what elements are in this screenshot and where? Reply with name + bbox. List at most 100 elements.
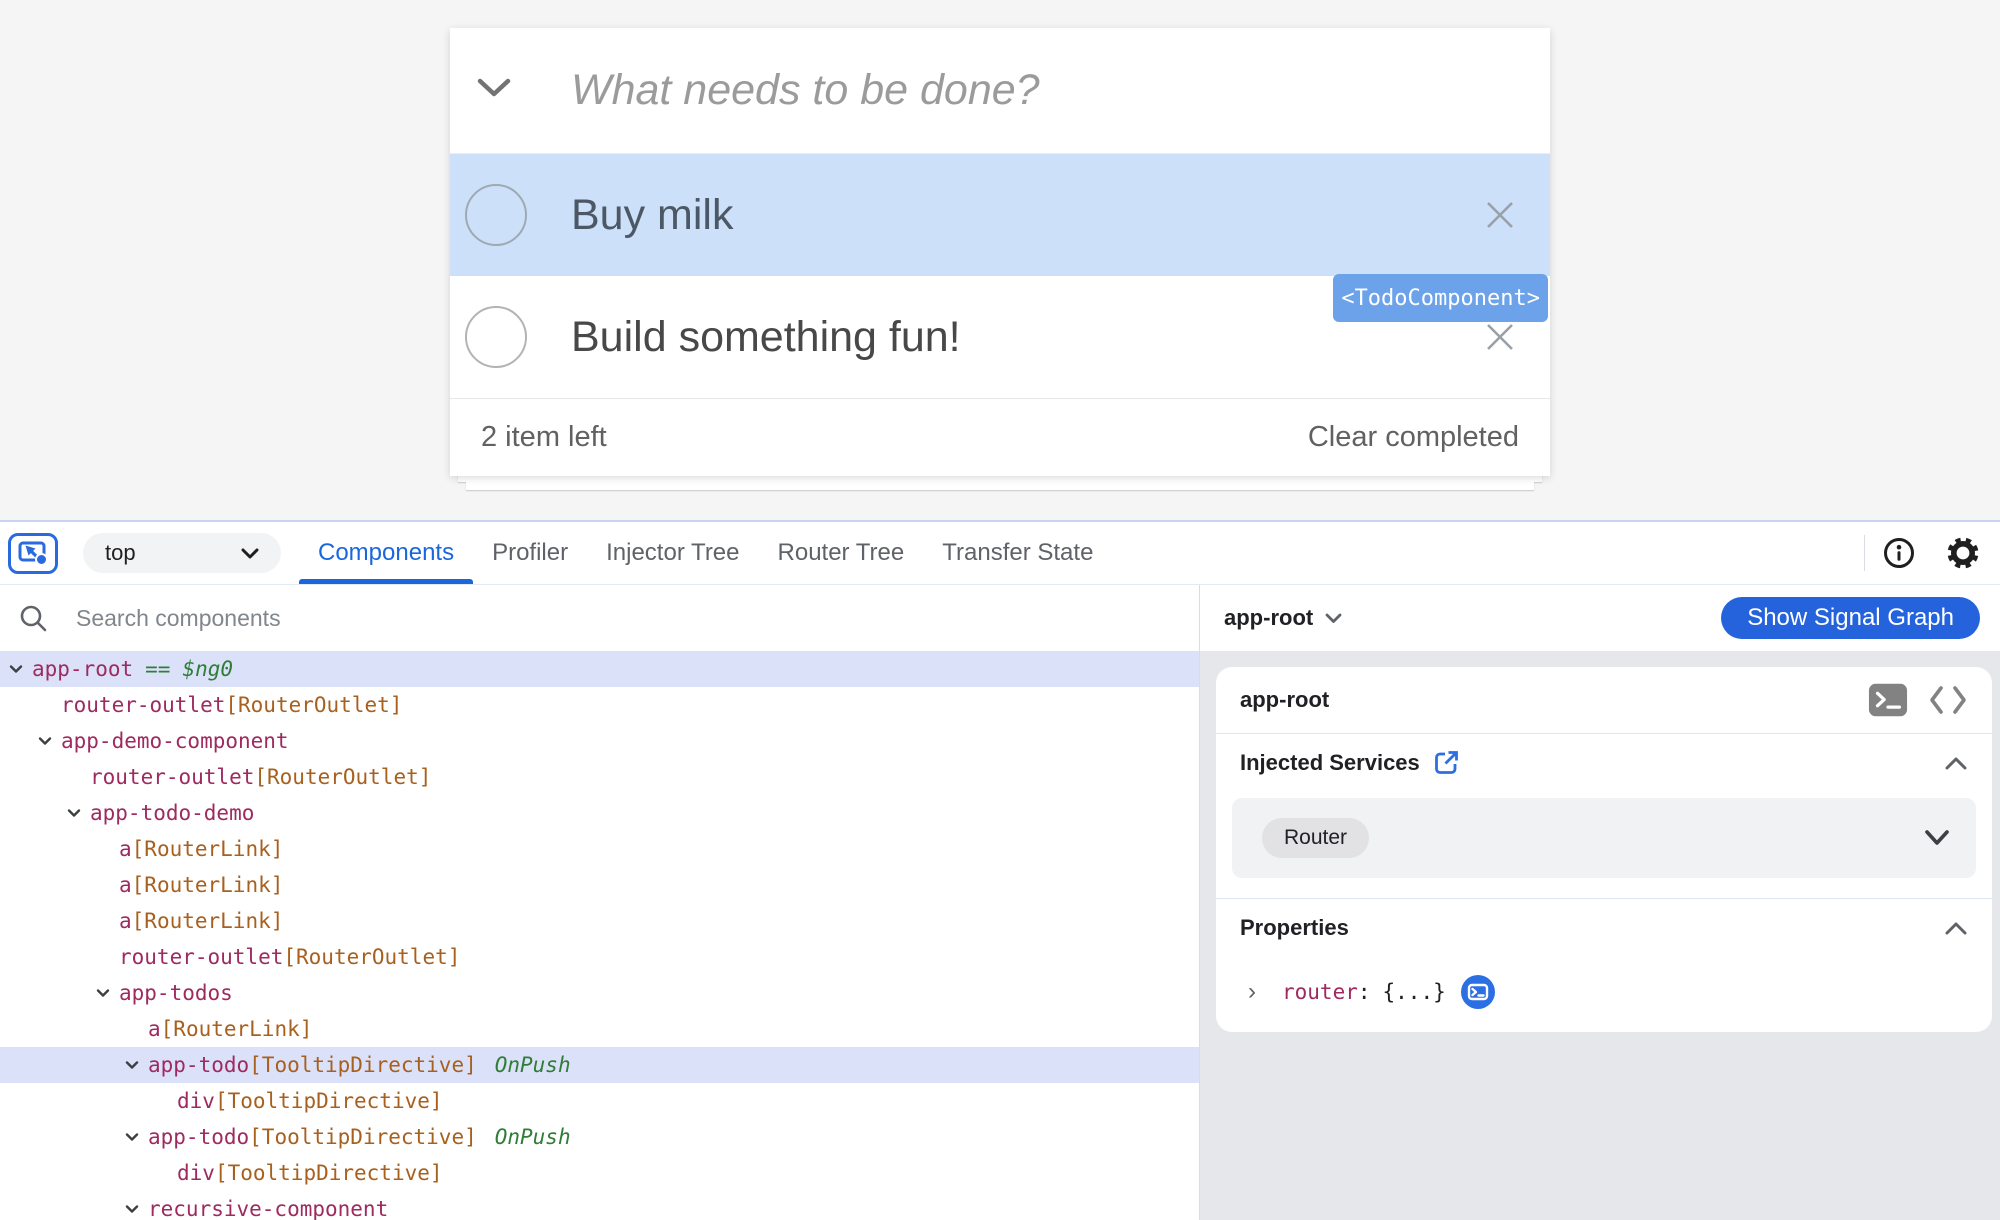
tree-node-router-outlet[interactable]: router-outlet[RouterOutlet] (0, 759, 1199, 795)
open-in-console-button[interactable] (1868, 680, 1908, 720)
chevron-down-icon[interactable] (96, 989, 110, 998)
devtools-panels: Search components app-root==$ng0router-o… (0, 585, 2000, 1220)
tree-node-router-outlet[interactable]: router-outlet[RouterOutlet] (0, 939, 1199, 975)
directive-name: [TooltipDirective] (249, 1053, 477, 1077)
element-tag: recursive-component (148, 1197, 388, 1220)
frame-selector-dropdown[interactable]: top (83, 533, 281, 573)
tree-node-a[interactable]: a[RouterLink] (0, 1011, 1199, 1047)
tab-router-tree[interactable]: Router Tree (759, 522, 924, 584)
directive-name: [RouterOutlet] (254, 765, 431, 789)
directive-name: [RouterLink] (132, 909, 284, 933)
tree-node-recursive-component[interactable]: recursive-component (0, 1191, 1199, 1220)
screen: What needs to be done? Buy milk Build so… (0, 0, 2000, 1220)
tab-label: Transfer State (942, 539, 1093, 567)
property-name: router (1282, 980, 1358, 1004)
show-signal-graph-button[interactable]: Show Signal Graph (1721, 597, 1980, 639)
tab-components[interactable]: Components (299, 522, 473, 584)
inspector-card-title: app-root (1240, 687, 1329, 713)
tree-node-a[interactable]: a[RouterLink] (0, 831, 1199, 867)
inspector-card: app-root (1216, 667, 1992, 1032)
property-row-router: › router : {...} (1216, 957, 1992, 1019)
tab-profiler[interactable]: Profiler (473, 522, 587, 584)
chevron-down-icon[interactable] (125, 1133, 139, 1142)
property-colon: : (1358, 980, 1371, 1004)
tree-node-a[interactable]: a[RouterLink] (0, 867, 1199, 903)
tree-node-app-demo-component[interactable]: app-demo-component (0, 723, 1199, 759)
tree-node-div[interactable]: div[TooltipDirective] (0, 1083, 1199, 1119)
info-icon (1882, 536, 1916, 570)
directive-name: [TooltipDirective] (249, 1125, 477, 1149)
inspector-panel: app-root Show Signal Graph app-root (1200, 585, 2000, 1220)
tab-injector-tree[interactable]: Injector Tree (587, 522, 758, 584)
search-input[interactable]: Search components (76, 605, 281, 632)
selected-component-name: app-root (1224, 605, 1313, 631)
tree-node-div[interactable]: div[TooltipDirective] (0, 1155, 1199, 1191)
todo-app-background: What needs to be done? Buy milk Build so… (0, 0, 2000, 520)
tree-node-app-root[interactable]: app-root==$ng0 (0, 651, 1199, 687)
element-tag: a (119, 909, 132, 933)
info-button[interactable] (1879, 533, 1919, 573)
devtools-tabs: Components Profiler Injector Tree Router Tr… (299, 522, 1112, 584)
tab-label: Components (318, 539, 454, 567)
todo-toggle-circle-icon[interactable] (465, 306, 527, 368)
tab-label: Injector Tree (606, 539, 739, 567)
inspect-icon (17, 539, 49, 567)
log-property-to-console-button[interactable] (1460, 974, 1496, 1010)
directive-name: [RouterLink] (132, 873, 284, 897)
chevron-down-icon[interactable] (125, 1061, 139, 1070)
settings-button[interactable] (1943, 533, 1983, 573)
element-tag: div (177, 1161, 215, 1185)
search-icon (18, 603, 48, 633)
tree-node-router-outlet[interactable]: router-outlet[RouterOutlet] (0, 687, 1199, 723)
items-left-count: 2 item left (481, 421, 607, 454)
open-injector-tree-link[interactable] (1432, 749, 1460, 777)
directive-name: [RouterOutlet] (283, 945, 460, 969)
tab-transfer-state[interactable]: Transfer State (923, 522, 1112, 584)
directive-name: [RouterOutlet] (225, 693, 402, 717)
chevron-down-icon[interactable] (38, 737, 52, 746)
tree-node-app-todo-demo[interactable]: app-todo-demo (0, 795, 1199, 831)
angular-devtools-panel: top Components Profiler Injector Tree Route… (0, 520, 2000, 1220)
clear-completed-button[interactable]: Clear completed (1308, 421, 1519, 454)
collapse-section-button[interactable] (1944, 920, 1968, 936)
component-search-row: Search components (0, 585, 1199, 651)
todo-item-buy-milk[interactable]: Buy milk (450, 154, 1550, 276)
injected-services-box: Router (1232, 798, 1976, 878)
service-chip-router[interactable]: Router (1262, 818, 1369, 858)
collapse-section-button[interactable] (1944, 755, 1968, 771)
todo-card-stack-layer (466, 482, 1534, 490)
console-icon (1868, 682, 1908, 718)
new-todo-input[interactable]: What needs to be done? (571, 66, 1040, 115)
view-source-button[interactable] (1928, 680, 1968, 720)
console-ref-name: $ng0 (182, 657, 233, 681)
close-todo-button[interactable] (1478, 193, 1522, 237)
todo-toggle-circle-icon[interactable] (465, 184, 527, 246)
expand-property-button[interactable]: › (1248, 978, 1256, 1006)
code-icon (1928, 685, 1968, 715)
external-link-icon (1432, 749, 1460, 777)
console-circle-icon (1460, 974, 1496, 1010)
inspect-element-button[interactable] (8, 533, 58, 574)
element-tag: a (119, 873, 132, 897)
todo-footer: 2 item left Clear completed (450, 398, 1550, 476)
expand-services-button[interactable] (1924, 829, 1950, 847)
chevron-down-icon[interactable] (125, 1205, 139, 1214)
element-tag: a (148, 1017, 161, 1041)
directive-name: [RouterLink] (161, 1017, 313, 1041)
element-tag: router-outlet (61, 693, 225, 717)
directive-name: [TooltipDirective] (215, 1161, 443, 1185)
inspector-body: app-root (1200, 651, 2000, 1220)
element-tag: app-root (32, 657, 133, 681)
tree-node-app-todos[interactable]: app-todos (0, 975, 1199, 1011)
toggle-all-chevron-icon[interactable] (476, 77, 512, 104)
chevron-down-icon[interactable] (67, 809, 81, 818)
element-tag: a (119, 837, 132, 861)
tree-node-a[interactable]: a[RouterLink] (0, 903, 1199, 939)
tree-node-app-todo[interactable]: app-todo[TooltipDirective]OnPush (0, 1119, 1199, 1155)
chevron-down-icon[interactable] (1325, 613, 1342, 624)
frame-selector-value: top (105, 540, 136, 566)
chevron-down-icon[interactable] (9, 665, 23, 674)
chevron-down-icon (1924, 829, 1950, 847)
tree-node-app-todo[interactable]: app-todo[TooltipDirective]OnPush (0, 1047, 1199, 1083)
change-detection-mode: OnPush (495, 1125, 571, 1149)
